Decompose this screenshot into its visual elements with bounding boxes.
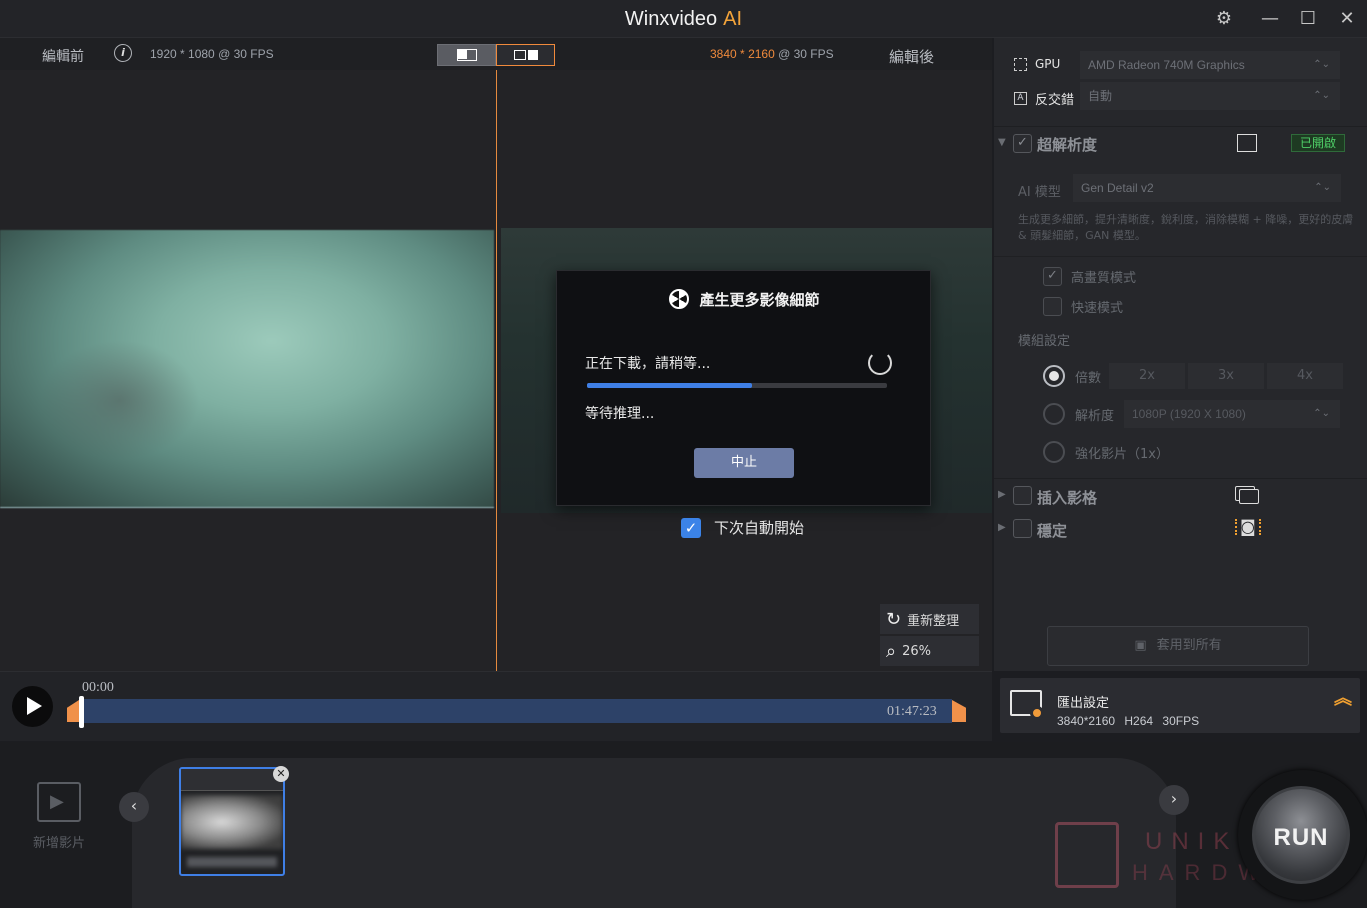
dialog-title: 產生更多影像細節 — [557, 289, 932, 310]
resolution-select[interactable]: 1080P (1920 X 1080) ⌃⌄ — [1124, 400, 1340, 428]
scale-4x-button[interactable]: 4x — [1267, 363, 1343, 389]
enhance-radio[interactable] — [1043, 441, 1065, 463]
zoom-button[interactable]: ⌕ 26% — [880, 636, 979, 666]
side-by-side-icon — [513, 50, 526, 60]
module-settings-label: 模組設定 — [1018, 334, 1071, 349]
info-icon[interactable]: i — [114, 44, 132, 62]
progress-fill — [587, 383, 752, 388]
download-progress — [587, 383, 887, 388]
export-title: 匯出設定 — [1057, 696, 1110, 711]
watermark-logo — [1055, 822, 1119, 888]
expand-arrow-icon[interactable]: ▶ — [998, 522, 1006, 533]
after-label: 編輯後 — [889, 48, 935, 66]
scale-2x-button[interactable]: 2x — [1109, 363, 1185, 389]
trim-start-handle[interactable] — [67, 700, 79, 722]
split-view-button[interactable] — [437, 44, 496, 66]
add-video-button[interactable]: 新增影片 — [28, 782, 90, 851]
split-view-icon — [456, 49, 477, 61]
expand-arrow-icon[interactable]: ▶ — [998, 489, 1006, 500]
status-badge: 已開啟 — [1291, 134, 1345, 152]
export-summary: 3840*2160 H264 30FPS — [1057, 714, 1200, 728]
hq-mode-option[interactable]: ✓ 高畫質模式 — [1043, 267, 1136, 286]
gear-icon — [1030, 706, 1044, 720]
aperture-icon — [669, 289, 690, 309]
auto-start-checkbox[interactable]: ✓ — [681, 517, 701, 538]
deinterlace-row: A 反交錯 — [1014, 89, 1074, 108]
chevron-up-icon[interactable]: ︽ — [1334, 690, 1352, 708]
before-label: 編輯前 — [42, 49, 84, 65]
title-bar: Winxvideo AI ⚙ — ☐ ✕ — [0, 0, 1367, 38]
download-status: 正在下載，請稍等... — [585, 356, 711, 372]
deinterlace-icon: A — [1014, 92, 1027, 105]
fast-mode-checkbox[interactable] — [1043, 297, 1062, 316]
app-name: Winxvideo — [624, 8, 718, 30]
resolution-option[interactable]: 解析度 — [1043, 403, 1114, 425]
play-button[interactable] — [12, 686, 53, 727]
settings-panel: GPU AMD Radeon 740M Graphics ⌃⌄ A 反交錯 自動 ⌃⌄… — [994, 38, 1367, 671]
frame-interpolation-section[interactable]: ▶ 插入影格 — [994, 478, 1367, 512]
clip-tray — [132, 758, 1176, 908]
stabilize-section[interactable]: ▶ 穩定 ◙ — [994, 512, 1367, 546]
clipboard-icon: ▣ — [1134, 638, 1147, 653]
stabilize-checkbox[interactable] — [1013, 519, 1032, 538]
preview-header: 編輯前 i 1920 * 1080 @ 30 FPS 3840 * 2160 @… — [0, 38, 992, 70]
compare-divider[interactable] — [496, 70, 497, 671]
scale-radio[interactable] — [1043, 365, 1065, 387]
export-settings[interactable]: 匯出設定 3840*2160 H264 30FPS ︽ — [1000, 678, 1360, 733]
auto-start-option[interactable]: ✓ 下次自動開始 — [681, 517, 804, 538]
inference-status: 等待推理... — [585, 406, 655, 422]
before-resolution: 1920 * 1080 @ 30 FPS — [150, 47, 274, 61]
after-resolution: 3840 * 2160 @ 30 FPS — [710, 47, 834, 61]
processing-dialog: 產生更多影像細節 正在下載，請稍等... 等待推理... 中止 — [556, 270, 931, 506]
refresh-icon: ↻ — [886, 608, 902, 630]
gpu-row: GPU — [1014, 57, 1060, 71]
close-icon[interactable]: ✕ — [1333, 6, 1361, 32]
add-video-icon — [37, 782, 81, 822]
ai-model-select[interactable]: Gen Detail v2 ⌃⌄ — [1073, 174, 1341, 202]
refresh-button[interactable]: ↻ 重新整理 — [880, 604, 979, 634]
deinterlace-select[interactable]: 自動 ⌃⌄ — [1080, 82, 1340, 110]
timeline-track[interactable] — [79, 699, 952, 723]
frames-icon — [1239, 489, 1259, 504]
app-title: Winxvideo AI — [0, 8, 1367, 31]
collapse-arrow-icon[interactable]: ▼ — [998, 137, 1006, 148]
camera-icon: ◙ — [1235, 519, 1261, 535]
gpu-select[interactable]: AMD Radeon 740M Graphics ⌃⌄ — [1080, 51, 1340, 79]
view-mode-toggle — [437, 44, 555, 66]
gear-icon[interactable]: ⚙ — [1210, 6, 1238, 32]
minimize-icon[interactable]: — — [1256, 6, 1284, 32]
trim-end-handle[interactable] — [952, 700, 966, 722]
timeline-start-time: 00:00 — [82, 680, 114, 695]
timeline-end-time: 01:47:23 — [887, 704, 937, 719]
ai-model-label: AI 模型 — [1018, 185, 1061, 200]
ai-label: AI — [723, 8, 743, 30]
scale-option[interactable]: 倍數 — [1043, 365, 1101, 387]
chevron-left-icon[interactable]: ‹ — [119, 792, 149, 822]
hq-mode-checkbox[interactable]: ✓ — [1043, 267, 1062, 286]
enhance-option[interactable]: 強化影片（1x） — [1043, 441, 1169, 463]
chevron-right-icon[interactable]: › — [1159, 785, 1189, 815]
apply-all-button[interactable]: ▣ 套用到所有 — [1047, 626, 1309, 666]
side-by-side-button[interactable] — [496, 44, 555, 66]
resolution-radio[interactable] — [1043, 403, 1065, 425]
frame-interpolation-checkbox[interactable] — [1013, 486, 1032, 505]
super-resolution-checkbox[interactable]: ✓ — [1013, 134, 1032, 153]
app-window: Winxvideo AI ⚙ — ☐ ✕ 編輯前 i 1920 * 1080 @ … — [0, 0, 1367, 908]
before-preview-image — [0, 230, 494, 508]
zoom-icon: ⌕ — [886, 640, 897, 662]
scale-3x-button[interactable]: 3x — [1188, 363, 1264, 389]
resize-icon — [1237, 134, 1257, 152]
loading-spinner-icon — [868, 351, 892, 375]
maximize-icon[interactable]: ☐ — [1294, 6, 1322, 32]
stop-button[interactable]: 中止 — [694, 448, 794, 478]
fast-mode-option[interactable]: 快速模式 — [1043, 297, 1123, 316]
playhead[interactable] — [79, 696, 84, 728]
run-label[interactable]: RUN — [1252, 824, 1350, 852]
chip-icon — [1014, 57, 1027, 71]
remove-clip-icon[interactable]: ✕ — [273, 766, 289, 782]
model-description: 生成更多細節，提升清晰度，銳利度，消除模糊 + 降噪，更好的皮膚 & 頭髮細節，… — [1018, 213, 1354, 242]
video-thumbnail[interactable] — [179, 767, 285, 876]
timeline: 00:00 01:47:23 — [0, 671, 992, 741]
